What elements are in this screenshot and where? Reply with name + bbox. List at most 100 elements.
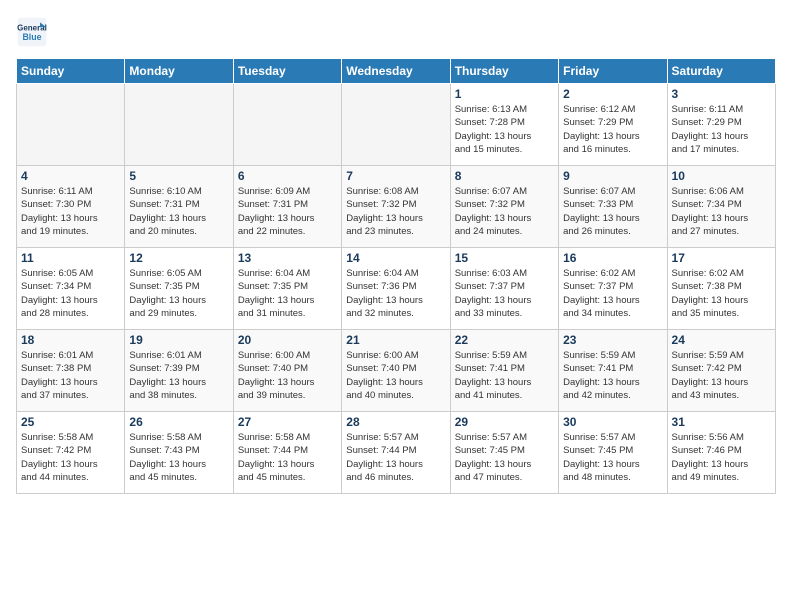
- calendar-week-4: 18 Sunrise: 6:01 AM Sunset: 7:38 PM Dayli…: [17, 330, 776, 412]
- day-info: Sunrise: 6:08 AM Sunset: 7:32 PM Dayligh…: [346, 185, 445, 238]
- calendar-cell: 26 Sunrise: 5:58 AM Sunset: 7:43 PM Dayli…: [125, 412, 233, 494]
- calendar-cell: [342, 84, 450, 166]
- calendar-cell: [233, 84, 341, 166]
- calendar-cell: 13Sunrise: 6:04 AM Sunset: 7:35 PM Dayli…: [233, 248, 341, 330]
- calendar-cell: 20 Sunrise: 6:00 AM Sunset: 7:40 PM Dayli…: [233, 330, 341, 412]
- weekday-header-thursday: Thursday: [450, 59, 558, 84]
- calendar-cell: 25 Sunrise: 5:58 AM Sunset: 7:42 PM Dayli…: [17, 412, 125, 494]
- day-info: Sunrise: 5:58 AM Sunset: 7:43 PM Dayligh…: [129, 431, 228, 484]
- day-info: Sunrise: 6:11 AM Sunset: 7:30 PM Dayligh…: [21, 185, 120, 238]
- day-info: Sunrise: 6:01 AM Sunset: 7:38 PM Dayligh…: [21, 349, 120, 402]
- logo: General Blue: [16, 16, 52, 48]
- day-number: 16: [563, 251, 662, 265]
- day-info: Sunrise: 5:57 AM Sunset: 7:45 PM Dayligh…: [563, 431, 662, 484]
- day-number: 19: [129, 333, 228, 347]
- day-number: 28: [346, 415, 445, 429]
- calendar-cell: 10 Sunrise: 6:06 AM Sunset: 7:34 PM Dayli…: [667, 166, 775, 248]
- day-info: Sunrise: 6:07 AM Sunset: 7:32 PM Dayligh…: [455, 185, 554, 238]
- day-number: 3: [672, 87, 771, 101]
- calendar-week-2: 4 Sunrise: 6:11 AM Sunset: 7:30 PM Daylig…: [17, 166, 776, 248]
- day-info: Sunrise: 6:05 AM Sunset: 7:35 PM Dayligh…: [129, 267, 228, 320]
- day-info: Sunrise: 6:01 AM Sunset: 7:39 PM Dayligh…: [129, 349, 228, 402]
- calendar-cell: 15 Sunrise: 6:03 AM Sunset: 7:37 PM Dayli…: [450, 248, 558, 330]
- weekday-header-row: SundayMondayTuesdayWednesdayThursdayFrid…: [17, 59, 776, 84]
- logo-icon: General Blue: [16, 16, 48, 48]
- day-number: 13: [238, 251, 337, 265]
- calendar-cell: 19 Sunrise: 6:01 AM Sunset: 7:39 PM Dayli…: [125, 330, 233, 412]
- calendar-cell: 23 Sunrise: 5:59 AM Sunset: 7:41 PM Dayli…: [559, 330, 667, 412]
- day-number: 7: [346, 169, 445, 183]
- day-info: Sunrise: 6:09 AM Sunset: 7:31 PM Dayligh…: [238, 185, 337, 238]
- calendar-cell: 8 Sunrise: 6:07 AM Sunset: 7:32 PM Daylig…: [450, 166, 558, 248]
- day-number: 31: [672, 415, 771, 429]
- day-info: Sunrise: 5:56 AM Sunset: 7:46 PM Dayligh…: [672, 431, 771, 484]
- weekday-header-friday: Friday: [559, 59, 667, 84]
- weekday-header-sunday: Sunday: [17, 59, 125, 84]
- day-info: Sunrise: 5:58 AM Sunset: 7:44 PM Dayligh…: [238, 431, 337, 484]
- weekday-header-tuesday: Tuesday: [233, 59, 341, 84]
- day-number: 27: [238, 415, 337, 429]
- day-number: 17: [672, 251, 771, 265]
- calendar-cell: 24Sunrise: 5:59 AM Sunset: 7:42 PM Dayli…: [667, 330, 775, 412]
- svg-text:Blue: Blue: [22, 32, 41, 42]
- day-number: 14: [346, 251, 445, 265]
- calendar-cell: 31 Sunrise: 5:56 AM Sunset: 7:46 PM Dayli…: [667, 412, 775, 494]
- weekday-header-saturday: Saturday: [667, 59, 775, 84]
- day-info: Sunrise: 6:04 AM Sunset: 7:36 PM Dayligh…: [346, 267, 445, 320]
- calendar-cell: 9 Sunrise: 6:07 AM Sunset: 7:33 PM Daylig…: [559, 166, 667, 248]
- calendar-cell: 30Sunrise: 5:57 AM Sunset: 7:45 PM Dayli…: [559, 412, 667, 494]
- day-info: Sunrise: 6:07 AM Sunset: 7:33 PM Dayligh…: [563, 185, 662, 238]
- day-number: 25: [21, 415, 120, 429]
- calendar-cell: 12Sunrise: 6:05 AM Sunset: 7:35 PM Dayli…: [125, 248, 233, 330]
- day-number: 8: [455, 169, 554, 183]
- day-info: Sunrise: 6:00 AM Sunset: 7:40 PM Dayligh…: [238, 349, 337, 402]
- day-info: Sunrise: 6:00 AM Sunset: 7:40 PM Dayligh…: [346, 349, 445, 402]
- day-info: Sunrise: 6:13 AM Sunset: 7:28 PM Dayligh…: [455, 103, 554, 156]
- day-number: 6: [238, 169, 337, 183]
- day-info: Sunrise: 6:11 AM Sunset: 7:29 PM Dayligh…: [672, 103, 771, 156]
- day-info: Sunrise: 6:02 AM Sunset: 7:37 PM Dayligh…: [563, 267, 662, 320]
- calendar-table: SundayMondayTuesdayWednesdayThursdayFrid…: [16, 58, 776, 494]
- day-info: Sunrise: 5:59 AM Sunset: 7:41 PM Dayligh…: [455, 349, 554, 402]
- weekday-header-monday: Monday: [125, 59, 233, 84]
- calendar-cell: 2Sunrise: 6:12 AM Sunset: 7:29 PM Daylig…: [559, 84, 667, 166]
- day-info: Sunrise: 6:06 AM Sunset: 7:34 PM Dayligh…: [672, 185, 771, 238]
- day-number: 10: [672, 169, 771, 183]
- calendar-cell: 29 Sunrise: 5:57 AM Sunset: 7:45 PM Dayli…: [450, 412, 558, 494]
- day-info: Sunrise: 5:57 AM Sunset: 7:45 PM Dayligh…: [455, 431, 554, 484]
- day-info: Sunrise: 5:58 AM Sunset: 7:42 PM Dayligh…: [21, 431, 120, 484]
- day-number: 20: [238, 333, 337, 347]
- day-info: Sunrise: 6:02 AM Sunset: 7:38 PM Dayligh…: [672, 267, 771, 320]
- calendar-cell: 7 Sunrise: 6:08 AM Sunset: 7:32 PM Daylig…: [342, 166, 450, 248]
- day-number: 23: [563, 333, 662, 347]
- day-info: Sunrise: 5:57 AM Sunset: 7:44 PM Dayligh…: [346, 431, 445, 484]
- calendar-cell: 14 Sunrise: 6:04 AM Sunset: 7:36 PM Dayli…: [342, 248, 450, 330]
- day-number: 18: [21, 333, 120, 347]
- weekday-header-wednesday: Wednesday: [342, 59, 450, 84]
- day-info: Sunrise: 5:59 AM Sunset: 7:42 PM Dayligh…: [672, 349, 771, 402]
- day-info: Sunrise: 6:05 AM Sunset: 7:34 PM Dayligh…: [21, 267, 120, 320]
- calendar-cell: [125, 84, 233, 166]
- day-info: Sunrise: 5:59 AM Sunset: 7:41 PM Dayligh…: [563, 349, 662, 402]
- day-info: Sunrise: 6:10 AM Sunset: 7:31 PM Dayligh…: [129, 185, 228, 238]
- calendar-cell: [17, 84, 125, 166]
- day-number: 26: [129, 415, 228, 429]
- calendar-cell: 4 Sunrise: 6:11 AM Sunset: 7:30 PM Daylig…: [17, 166, 125, 248]
- header: General Blue: [16, 16, 776, 48]
- calendar-cell: 18 Sunrise: 6:01 AM Sunset: 7:38 PM Dayli…: [17, 330, 125, 412]
- calendar-cell: 6 Sunrise: 6:09 AM Sunset: 7:31 PM Daylig…: [233, 166, 341, 248]
- calendar-week-1: 1 Sunrise: 6:13 AM Sunset: 7:28 PM Daylig…: [17, 84, 776, 166]
- day-number: 9: [563, 169, 662, 183]
- day-number: 4: [21, 169, 120, 183]
- calendar-cell: 1 Sunrise: 6:13 AM Sunset: 7:28 PM Daylig…: [450, 84, 558, 166]
- calendar-week-3: 11 Sunrise: 6:05 AM Sunset: 7:34 PM Dayli…: [17, 248, 776, 330]
- day-number: 29: [455, 415, 554, 429]
- day-info: Sunrise: 6:03 AM Sunset: 7:37 PM Dayligh…: [455, 267, 554, 320]
- day-number: 1: [455, 87, 554, 101]
- day-number: 11: [21, 251, 120, 265]
- calendar-cell: 3 Sunrise: 6:11 AM Sunset: 7:29 PM Daylig…: [667, 84, 775, 166]
- day-number: 2: [563, 87, 662, 101]
- day-number: 21: [346, 333, 445, 347]
- day-number: 15: [455, 251, 554, 265]
- calendar-page: General Blue SundayMondayTuesdayWednesda…: [0, 0, 792, 612]
